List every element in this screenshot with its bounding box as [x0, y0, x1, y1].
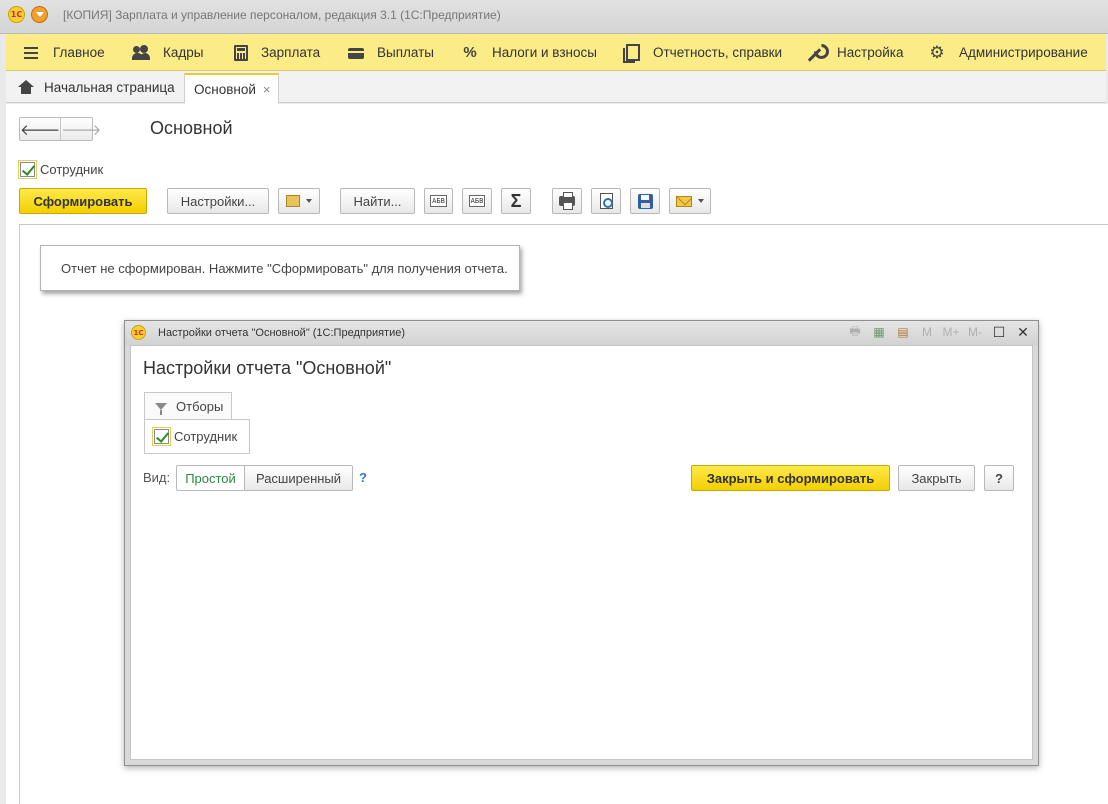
- variant-dropdown-button[interactable]: [278, 188, 320, 214]
- memory-minus-button[interactable]: M-: [968, 325, 982, 339]
- funnel-icon: [155, 403, 167, 415]
- documents-icon: [622, 43, 640, 63]
- tab-home[interactable]: Начальная страница: [6, 71, 187, 103]
- sigma-icon: Σ: [510, 191, 522, 211]
- view-label: Вид:: [143, 470, 171, 485]
- filters-panel: Сотрудник: [144, 419, 250, 454]
- people-icon: [132, 44, 150, 62]
- view-extended-button[interactable]: Расширенный: [245, 466, 352, 490]
- print-button[interactable]: [552, 188, 582, 214]
- view-help-link[interactable]: ?: [359, 470, 367, 485]
- dialog-employee-checkbox[interactable]: [154, 429, 169, 444]
- app-logo: 1С: [8, 6, 25, 23]
- tab-filters[interactable]: Отборы: [144, 392, 232, 420]
- section-label: Администрирование: [959, 45, 1088, 60]
- wallet-icon: [348, 48, 364, 59]
- section-payments[interactable]: Выплаты: [348, 34, 434, 71]
- group-collapse-button[interactable]: АБВ: [462, 188, 492, 214]
- section-settings[interactable]: Настройка: [806, 34, 903, 71]
- employee-checkbox-label: Сотрудник: [40, 162, 104, 177]
- tab-home-label: Начальная страница: [44, 79, 175, 95]
- close-and-generate-button[interactable]: Закрыть и сформировать: [691, 465, 890, 491]
- main-menu-button[interactable]: [31, 6, 48, 23]
- section-label: Выплаты: [377, 45, 434, 60]
- memory-button[interactable]: M: [920, 325, 934, 339]
- section-salary[interactable]: Зарплата: [234, 34, 320, 71]
- spreadsheet-icon[interactable]: ▦: [872, 325, 886, 339]
- dropdown-arrow-icon: [698, 199, 704, 203]
- chevron-down-icon: [35, 12, 44, 17]
- section-hr[interactable]: Кадры: [132, 34, 203, 71]
- preview-icon: [599, 193, 613, 209]
- forward-button[interactable]: 🡒: [61, 118, 101, 140]
- printer-icon: [559, 192, 575, 210]
- close-icon[interactable]: ×: [263, 82, 271, 97]
- section-label: Главное: [53, 45, 105, 60]
- sum-button[interactable]: Σ: [501, 188, 531, 214]
- section-main[interactable]: Главное: [22, 34, 105, 71]
- dialog-heading: Настройки отчета "Основной": [143, 358, 392, 378]
- gear-icon: ⚙: [929, 42, 945, 62]
- dialog-titlebar: 1С Настройки отчета "Основной" (1С:Предп…: [125, 321, 1038, 345]
- employee-filter: Сотрудник: [18, 160, 103, 179]
- section-label: Отчетность, справки: [653, 45, 783, 60]
- abc-plus-icon: АБВ: [468, 195, 486, 207]
- group-expand-button[interactable]: АБВ: [424, 188, 453, 214]
- employee-checkbox[interactable]: [20, 162, 35, 177]
- section-label: Зарплата: [261, 45, 321, 60]
- app-logo: 1С: [131, 325, 146, 340]
- dialog-employee-label: Сотрудник: [174, 429, 238, 444]
- section-reports[interactable]: Отчетность, справки: [622, 34, 782, 71]
- tab-osnovnoy[interactable]: Основной ×: [184, 73, 280, 104]
- find-button[interactable]: Найти...: [340, 188, 415, 214]
- employee-checkbox-frame: [18, 160, 37, 179]
- section-label: Налоги и взносы: [492, 45, 597, 60]
- section-administration[interactable]: ⚙ Администрирование: [928, 34, 1088, 71]
- dialog-tools: 🖶 ▦ ▤ M M+ M- ☐ ✕: [848, 324, 1030, 340]
- envelope-icon: [676, 195, 692, 207]
- floppy-disk-icon: [637, 193, 653, 209]
- sections-panel: Главное Кадры Зарплата Выплаты % Налоги …: [6, 34, 1106, 71]
- close-button[interactable]: Закрыть: [898, 465, 975, 491]
- preview-button[interactable]: [591, 188, 621, 214]
- view-mode-switch: Простой Расширенный: [176, 465, 353, 491]
- section-taxes[interactable]: % Налоги и взносы: [461, 34, 597, 71]
- view-simple-button[interactable]: Простой: [177, 466, 245, 490]
- window-title: [КОПИЯ] Зарплата и управление персоналом…: [63, 8, 501, 22]
- percent-icon: %: [463, 43, 477, 61]
- save-button[interactable]: [630, 188, 660, 214]
- wrench-icon: [806, 44, 824, 62]
- memory-plus-button[interactable]: M+: [943, 325, 960, 339]
- close-icon[interactable]: ✕: [1016, 324, 1030, 340]
- dialog-body: Настройки отчета "Основной" Отборы Сотру…: [130, 345, 1033, 760]
- employee-checkbox-frame: [152, 427, 171, 446]
- dropdown-arrow-icon: [306, 199, 312, 203]
- print-icon[interactable]: 🖶: [848, 324, 862, 339]
- open-windows-bar: Начальная страница Основной ×: [6, 71, 1106, 104]
- navigation-buttons: 🡐 🡒: [19, 117, 101, 141]
- tab-filters-label: Отборы: [176, 399, 224, 414]
- report-variant-icon: [286, 195, 300, 207]
- maximize-icon[interactable]: ☐: [992, 324, 1006, 340]
- report-settings-dialog: 1С Настройки отчета "Основной" (1С:Предп…: [124, 320, 1039, 766]
- home-icon: [18, 80, 34, 94]
- abc-icon: АБВ: [430, 195, 447, 207]
- menu-icon: [22, 44, 40, 62]
- calculator-icon: [234, 44, 248, 61]
- calendar-icon[interactable]: ▤: [896, 325, 910, 339]
- section-label: Настройка: [837, 45, 904, 60]
- window-titlebar: 1С [КОПИЯ] Зарплата и управление персона…: [0, 0, 1108, 34]
- dialog-window-title: Настройки отчета "Основной" (1С:Предприя…: [158, 327, 406, 339]
- back-button[interactable]: 🡐: [20, 118, 62, 140]
- section-label: Кадры: [163, 45, 204, 60]
- settings-button[interactable]: Настройки...: [167, 188, 269, 214]
- help-button[interactable]: ?: [984, 465, 1014, 491]
- page-title: Основной: [150, 118, 233, 138]
- generate-button[interactable]: Сформировать: [19, 188, 147, 214]
- tab-label: Основной: [194, 81, 256, 97]
- send-mail-button[interactable]: [669, 188, 711, 214]
- report-not-generated-notice: Отчет не сформирован. Нажмите "Сформиров…: [40, 245, 520, 291]
